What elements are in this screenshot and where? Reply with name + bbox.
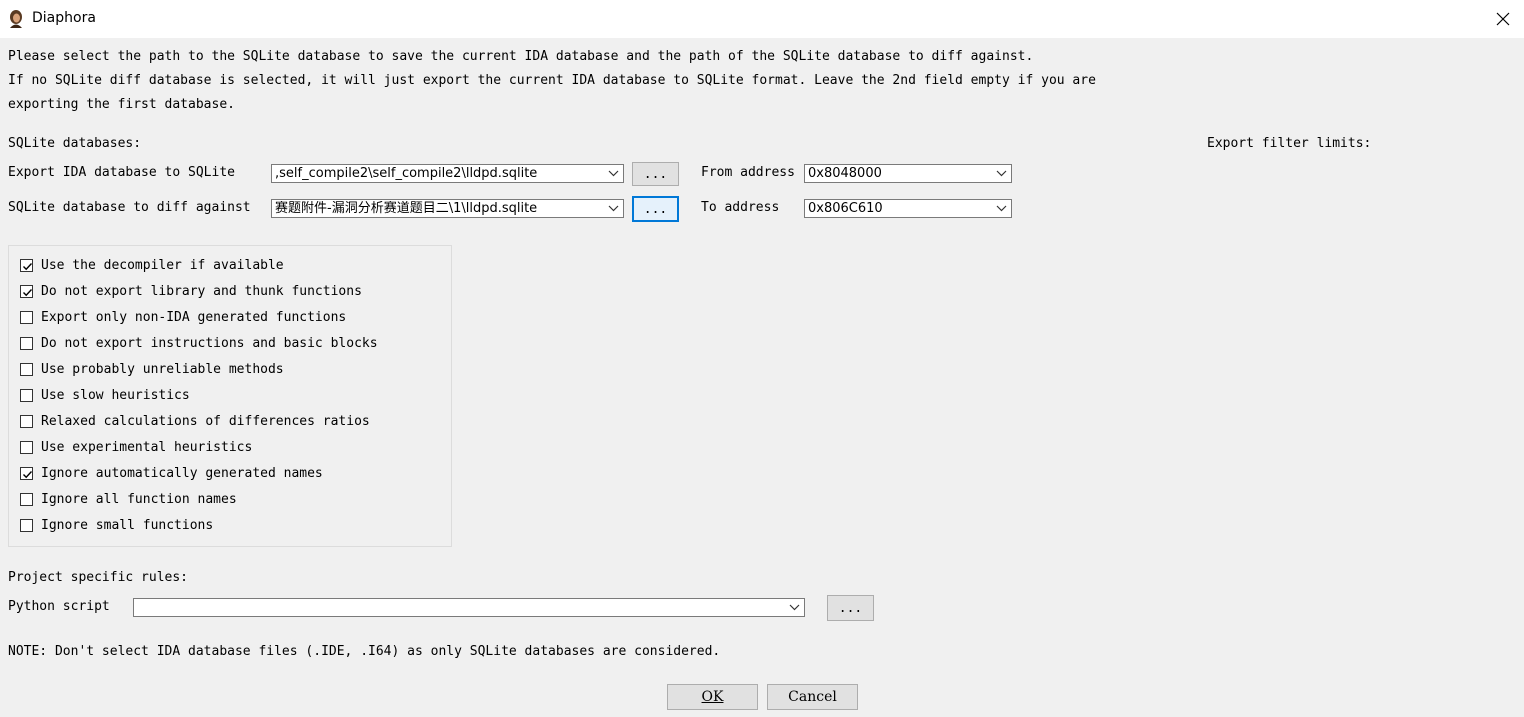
option-checkbox[interactable]	[20, 389, 33, 402]
note-text: NOTE: Don't select IDA database files (.…	[8, 644, 721, 659]
diff-browse-button[interactable]: ...	[632, 196, 679, 222]
option-checkbox[interactable]	[20, 363, 33, 376]
chevron-down-icon	[608, 170, 619, 177]
cancel-button-label: Cancel	[788, 689, 837, 705]
intro-line-1: Please select the path to the SQLite dat…	[8, 49, 1034, 64]
chevron-down-icon	[996, 170, 1007, 177]
from-address-value: 0x8048000	[808, 166, 882, 181]
chevron-down-icon	[996, 205, 1007, 212]
to-address-value: 0x806C610	[808, 201, 883, 216]
export-sqlite-label: Export IDA database to SQLite	[8, 165, 235, 180]
option-checkbox[interactable]	[20, 441, 33, 454]
python-script-combo[interactable]	[133, 598, 805, 617]
python-browse-button[interactable]: ...	[827, 595, 874, 621]
option-label: Use probably unreliable methods	[41, 362, 284, 377]
window-title: Diaphora	[32, 10, 96, 26]
option-label: Export only non-IDA generated functions	[41, 310, 347, 325]
intro-line-2: If no SQLite diff database is selected, …	[8, 73, 1096, 88]
checkmark-icon	[23, 471, 33, 479]
option-checkbox[interactable]	[20, 415, 33, 428]
option-checkbox[interactable]	[20, 311, 33, 324]
close-button[interactable]	[1488, 4, 1518, 34]
option-checkbox[interactable]	[20, 493, 33, 506]
option-label: Use the decompiler if available	[41, 258, 284, 273]
option-checkbox[interactable]	[20, 285, 33, 298]
from-address-combo[interactable]: 0x8048000	[804, 164, 1012, 183]
option-label: Use slow heuristics	[41, 388, 190, 403]
title-bar: Diaphora	[0, 0, 1524, 39]
option-checkbox[interactable]	[20, 337, 33, 350]
option-label: Ignore automatically generated names	[41, 466, 323, 481]
close-icon	[1496, 12, 1510, 26]
project-rules-header: Project specific rules:	[8, 570, 189, 585]
ok-button[interactable]: OK	[667, 684, 758, 710]
diff-sqlite-value: 赛题附件-漏洞分析赛道题目二\1\lldpd.sqlite	[275, 201, 538, 216]
diff-sqlite-combo[interactable]: 赛题附件-漏洞分析赛道题目二\1\lldpd.sqlite	[271, 199, 624, 218]
to-address-label: To address	[701, 200, 780, 215]
chevron-down-icon	[789, 604, 800, 611]
option-checkbox[interactable]	[20, 259, 33, 272]
intro-line-3: exporting the first database.	[8, 97, 235, 112]
from-address-label: From address	[701, 165, 795, 180]
option-label: Use experimental heuristics	[41, 440, 253, 455]
export-browse-button[interactable]: ...	[632, 162, 679, 186]
checkmark-icon	[23, 289, 33, 297]
option-label: Relaxed calculations of differences rati…	[41, 414, 370, 429]
option-checkbox[interactable]	[20, 467, 33, 480]
export-sqlite-combo[interactable]: ,self_compile2\self_compile2\lldpd.sqlit…	[271, 164, 624, 183]
ok-button-label: OK	[701, 689, 724, 705]
diff-sqlite-label: SQLite database to diff against	[8, 200, 251, 215]
option-label: Ignore small functions	[41, 518, 214, 533]
sqlite-databases-header: SQLite databases:	[8, 136, 142, 151]
python-script-label: Python script	[8, 599, 110, 614]
cancel-button[interactable]: Cancel	[767, 684, 858, 710]
option-label: Do not export instructions and basic blo…	[41, 336, 378, 351]
option-checkbox[interactable]	[20, 519, 33, 532]
diaphora-app-icon	[10, 10, 22, 28]
to-address-combo[interactable]: 0x806C610	[804, 199, 1012, 218]
checkmark-icon	[23, 263, 33, 271]
export-filter-limits-header: Export filter limits:	[1207, 136, 1372, 151]
chevron-down-icon	[608, 205, 619, 212]
export-sqlite-value: ,self_compile2\self_compile2\lldpd.sqlit…	[275, 166, 538, 181]
option-label: Ignore all function names	[41, 492, 237, 507]
option-label: Do not export library and thunk function…	[41, 284, 362, 299]
